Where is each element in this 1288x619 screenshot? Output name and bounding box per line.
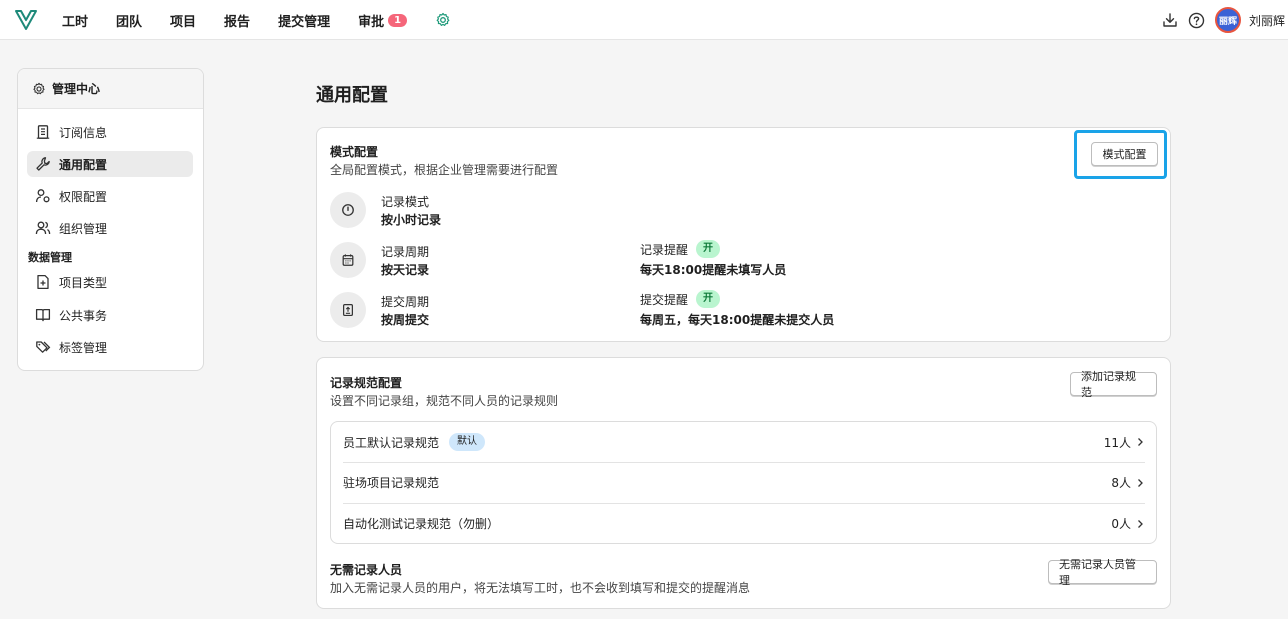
default-badge: 默认	[449, 433, 486, 451]
sidebar-item-public-affairs[interactable]: 公共事务	[27, 302, 193, 328]
nav-item-projects[interactable]: 项目	[170, 11, 196, 30]
chevron-right-icon	[1135, 437, 1145, 447]
record-rules-card: 记录规范配置 设置不同记录组，规范不同人员的记录规则 添加记录规范 员工默认记录…	[316, 357, 1171, 609]
record-mode-value: 按小时记录	[381, 213, 442, 227]
sidebar-item-tags[interactable]: 标签管理	[27, 334, 193, 360]
mode-card-title: 模式配置	[330, 145, 379, 159]
record-mode-row: 记录模式 按小时记录	[330, 192, 1150, 228]
calendar-icon	[330, 242, 366, 278]
submit-reminder-on-badge: 开	[696, 290, 721, 308]
submit-period-label: 提交周期	[381, 295, 430, 309]
avatar[interactable]: 丽辉	[1214, 7, 1241, 33]
record-period-label: 记录周期	[381, 245, 430, 259]
sidebar-item-label: 权限配置	[59, 189, 108, 204]
record-period-row: 记录周期 按天记录 记录提醒 开 每天18:00提醒未填写人员	[330, 240, 1150, 278]
sidebar-item-label: 标签管理	[59, 340, 108, 355]
building-icon	[35, 124, 51, 140]
record-reminder-on-badge: 开	[696, 240, 721, 258]
nav-item-reports[interactable]: 报告	[224, 11, 250, 30]
rule-count: 0人	[1111, 517, 1131, 531]
top-nav: 工时 团队 项目 报告 提交管理 审批 1 丽辉 刘丽辉	[0, 0, 1288, 40]
rule-name: 员工默认记录规范	[343, 435, 440, 450]
add-rule-button[interactable]: 添加记录规范	[1070, 370, 1157, 399]
nav-item-label: 项目	[170, 14, 197, 30]
submit-reminder-label: 提交提醒	[640, 292, 689, 307]
sidebar-item-label: 通用配置	[59, 157, 108, 172]
sidebar-item-subscription[interactable]: 订阅信息	[27, 119, 193, 145]
tags-icon	[35, 339, 51, 355]
file-plus-icon	[35, 274, 51, 290]
rule-count-wrap: 8人	[1111, 474, 1145, 491]
sidebar-item-permissions[interactable]: 权限配置	[27, 183, 193, 209]
rule-name: 自动化测试记录规范（勿删）	[343, 517, 500, 531]
rule-count: 11人	[1103, 435, 1131, 450]
record-reminder-label-wrap: 记录提醒 开	[640, 240, 721, 258]
record-reminder-label: 记录提醒	[640, 242, 689, 257]
rules-card-title: 记录规范配置	[330, 376, 403, 390]
nav-item-label: 提交管理	[278, 14, 331, 30]
vv-logo-icon[interactable]	[14, 8, 38, 32]
list-item[interactable]: 驻场项目记录规范 8人	[343, 462, 1145, 502]
sidebar-item-label: 组织管理	[59, 221, 108, 236]
nav-item-label: 审批	[358, 14, 385, 30]
download-icon[interactable]	[1161, 11, 1179, 29]
users-icon	[35, 220, 51, 236]
exempt-manage-button[interactable]: 无需记录人员管理	[1048, 558, 1157, 587]
sidebar-item-label: 项目类型	[59, 275, 108, 290]
submit-reminder-value: 每周五，每天18:00提醒未提交人员	[640, 313, 835, 327]
rule-count-wrap: 0人	[1111, 515, 1145, 532]
admin-sidebar: 管理中心 订阅信息 通用配置 权限配置 组织管理 数据管理 项目类型 公共事务 …	[17, 68, 204, 371]
page-title: 通用配置	[316, 85, 388, 106]
mode-config-button[interactable]: 模式配置	[1091, 142, 1158, 166]
exempt-subtitle: 加入无需记录人员的用户，将无法填写工时，也不会收到填写和提交的提醒消息	[330, 581, 751, 595]
rule-name: 驻场项目记录规范	[343, 476, 440, 490]
record-period-value: 按天记录	[381, 263, 430, 277]
rule-name-wrap: 员工默认记录规范 默认	[343, 433, 486, 451]
sidebar-header: 管理中心	[18, 69, 203, 109]
rule-count: 8人	[1111, 476, 1131, 490]
exempt-title: 无需记录人员	[330, 563, 403, 577]
nav-item-label: 团队	[116, 14, 143, 30]
rule-name-wrap: 自动化测试记录规范（勿删）	[343, 515, 499, 532]
book-icon	[35, 307, 51, 323]
user-key-icon	[35, 188, 51, 204]
list-item[interactable]: 员工默认记录规范 默认 11人	[343, 422, 1145, 462]
mode-config-card: 模式配置 全局配置模式，根据企业管理需要进行配置 模式配置 记录模式 按小时记录…	[316, 127, 1171, 342]
sidebar-title: 管理中心	[52, 82, 101, 96]
submit-period-row: 提交周期 按周提交 提交提醒 开 每周五，每天18:00提醒未提交人员	[330, 290, 1150, 328]
submit-period-value: 按周提交	[381, 313, 430, 327]
mode-card-subtitle: 全局配置模式，根据企业管理需要进行配置	[330, 163, 559, 177]
approval-count-badge: 1	[388, 13, 408, 27]
sidebar-item-label: 订阅信息	[59, 125, 108, 140]
help-icon[interactable]	[1188, 11, 1206, 29]
chevron-right-icon	[1135, 519, 1145, 529]
document-upload-icon	[330, 292, 366, 328]
sidebar-item-project-types[interactable]: 项目类型	[27, 269, 193, 295]
submit-reminder-label-wrap: 提交提醒 开	[640, 290, 721, 308]
wrench-icon	[35, 156, 51, 172]
nav-item-submission[interactable]: 提交管理	[278, 11, 330, 30]
nav-item-label: 报告	[224, 14, 251, 30]
nav-item-approval[interactable]: 审批 1	[358, 11, 408, 30]
record-reminder-value: 每天18:00提醒未填写人员	[640, 263, 787, 277]
clock-icon	[330, 192, 366, 228]
rules-list: 员工默认记录规范 默认 11人 驻场项目记录规范 8人 自动化测试记录规范（勿删…	[330, 421, 1157, 544]
rules-card-subtitle: 设置不同记录组，规范不同人员的记录规则	[330, 394, 559, 408]
record-mode-label: 记录模式	[381, 195, 430, 209]
nav-item-hours[interactable]: 工时	[62, 11, 88, 30]
user-name[interactable]: 刘丽辉	[1249, 12, 1285, 29]
list-item[interactable]: 自动化测试记录规范（勿删） 0人	[343, 503, 1145, 543]
settings-icon	[32, 82, 46, 96]
nav-item-label: 工时	[62, 14, 89, 30]
sidebar-group-label: 数据管理	[28, 251, 72, 264]
chevron-right-icon	[1135, 478, 1145, 488]
sidebar-item-label: 公共事务	[59, 308, 108, 323]
sidebar-item-organization[interactable]: 组织管理	[27, 215, 193, 241]
gear-icon[interactable]	[435, 12, 451, 28]
nav-item-team[interactable]: 团队	[116, 11, 142, 30]
rule-name-wrap: 驻场项目记录规范	[343, 474, 439, 491]
rule-count-wrap: 11人	[1104, 434, 1145, 451]
avatar-text: 丽辉	[1218, 16, 1237, 27]
sidebar-item-general-config[interactable]: 通用配置	[27, 151, 193, 177]
